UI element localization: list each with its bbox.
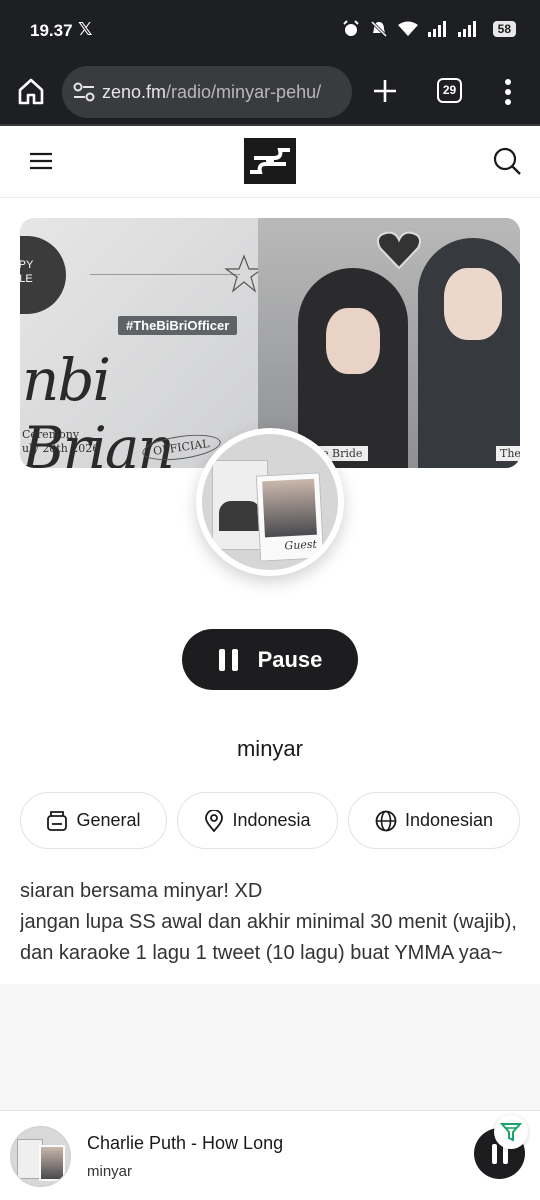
country-label: Indonesia [232,810,311,830]
browser-toolbar: zeno.fm/radio/minyar-pehu/ 29 [0,60,540,126]
pause-icon [218,648,238,671]
banner-decoration [90,274,240,314]
player-thumbnail [10,1126,71,1187]
site-header [0,126,540,198]
station-avatar-image: Guest [202,434,338,570]
station-avatar: Guest [196,428,344,576]
language-label: Indonesian [404,810,494,830]
banner-the-tag: The [496,446,520,461]
pause-button[interactable]: Pause [182,629,358,690]
menu-icon[interactable] [28,148,54,174]
description-fade-overlay [0,984,540,1110]
globe-icon [375,810,397,831]
radio-icon [47,810,68,831]
banner-person [298,268,408,468]
station-description: siaran bersama minyar! XD jangan lupa SS… [20,880,517,964]
status-bar: 19.37 𝕏 58 [0,0,540,60]
banner-person [418,238,520,468]
address-bar[interactable]: zeno.fm/radio/minyar-pehu/ [62,66,352,118]
signal-icon [458,21,476,37]
status-time: 19.37 [30,21,73,40]
genre-chip[interactable]: General [20,792,167,849]
player-station-name: minyar [87,1163,133,1180]
pause-label: Pause [257,646,323,672]
mute-icon [370,20,388,38]
avatar-card: Guest [255,472,325,562]
battery-indicator: 58 [492,21,516,37]
country-chip[interactable]: Indonesia [177,792,338,849]
language-chip[interactable]: Indonesian [348,792,520,849]
wifi-icon [398,21,418,36]
url-host: zeno.fm [102,82,167,102]
funnel-icon [500,1123,522,1142]
banner-left-panel: APPY UPLE #TheBiBriOfficer nbi Brian Cer… [20,218,264,468]
location-pin-icon [205,809,224,832]
signal-icon [428,21,446,37]
avatar-guest-label: Guest [284,537,318,553]
banner-ceremony: Ceremony uly 28th 2026 [22,428,100,455]
more-icon[interactable] [498,76,518,108]
tab-switcher-button[interactable]: 29 [437,78,462,103]
player-badge[interactable] [494,1115,528,1149]
url-text: zeno.fm/radio/minyar-pehu/ [102,82,347,103]
new-tab-icon[interactable] [370,76,400,106]
heart-icon [377,231,421,270]
mini-player[interactable]: Charlie Puth - How Long minyar [0,1110,540,1200]
station-name: minyar [236,736,303,761]
site-settings-icon[interactable] [72,81,96,103]
zeno-logo-icon[interactable] [244,138,296,184]
alarm-icon [343,20,359,36]
genre-label: General [76,810,141,830]
url-path: /radio/minyar-pehu/ [166,82,322,102]
search-icon[interactable] [492,146,522,176]
banner-hashtag: #TheBiBriOfficer [118,316,238,335]
banner-right-panel: e Bride The [258,218,520,468]
home-icon[interactable] [16,76,46,106]
status-icons [342,20,478,38]
banner-tag: APPY UPLE [20,236,66,314]
player-track-title: Charlie Puth - How Long [87,1133,284,1153]
x-logo-icon: 𝕏 [78,19,93,39]
